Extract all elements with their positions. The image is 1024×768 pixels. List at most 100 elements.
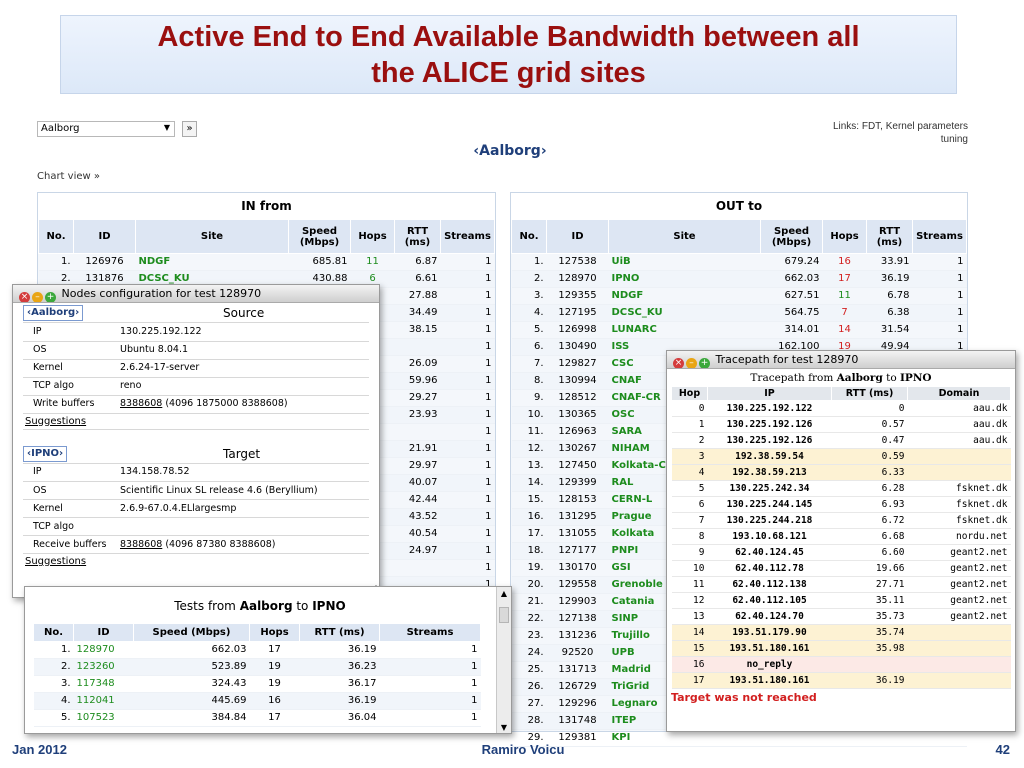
footer-author: Ramiro Voicu (481, 742, 565, 757)
table-cell: 1 (440, 508, 495, 526)
site-link[interactable]: UiB (608, 253, 761, 271)
table-cell: 679.24 (760, 253, 823, 271)
site-link[interactable]: LUNARC (608, 321, 761, 339)
table-cell: 34.49 (394, 304, 441, 322)
source-config-table: IP 130.225.192.122 OS Ubuntu 8.04.1 Kernel 2.… (23, 323, 369, 414)
table-cell: 35.11 (831, 592, 908, 609)
table-cell: 1 (379, 641, 481, 659)
table-cell: 62.40.112.105 (707, 592, 832, 609)
table-cell: 31.54 (866, 321, 913, 339)
buffer-link[interactable]: 8388608 (120, 539, 162, 550)
site-link[interactable]: DCSC_KU (608, 304, 761, 322)
table-cell: 627.51 (760, 287, 823, 305)
table-cell: 17 (249, 709, 300, 727)
table-cell: 26.09 (394, 355, 441, 373)
source-suggestions-link[interactable]: Suggestions (23, 414, 369, 430)
table-cell: 193.10.68.121 (707, 528, 832, 545)
table-cell: 6.61 (394, 270, 441, 288)
table-cell: 13 (671, 608, 708, 625)
nodes-config-titlebar[interactable]: × – + Nodes configuration for test 128970 (13, 285, 379, 303)
table-cell: 6.93 (831, 496, 908, 513)
table-row: 5. 107523 384.84 17 36.04 1 (33, 709, 481, 727)
maximize-icon[interactable]: + (699, 358, 710, 368)
scroll-down-icon[interactable]: ▼ (497, 721, 511, 733)
table-cell: 1. (33, 641, 74, 659)
table-cell: 1 (912, 304, 967, 322)
site-link[interactable]: NDGF (135, 253, 289, 271)
test-id-link[interactable]: 112041 (73, 692, 134, 710)
table-cell: 523.89 (133, 658, 250, 676)
test-id-link[interactable]: 128970 (73, 641, 134, 659)
table-cell: 1 (440, 372, 495, 390)
in-panel-title: IN from (38, 193, 495, 219)
table-cell: geant2.net (907, 560, 1011, 577)
table-cell: 38.15 (394, 321, 441, 339)
table-row: 12 62.40.112.105 35.11 geant2.net (671, 592, 1011, 609)
table-cell: 0.59 (831, 448, 908, 465)
site-link[interactable]: NDGF (608, 287, 761, 305)
test-id-link[interactable]: 117348 (73, 675, 134, 693)
config-key: OS (23, 341, 117, 360)
table-cell: 12 (671, 592, 708, 609)
links-line1[interactable]: Links: FDT, Kernel parameters (760, 120, 968, 133)
close-icon[interactable]: × (673, 358, 684, 368)
column-header: No. (511, 219, 547, 254)
tests-window[interactable]: Tests from Aalborg to IPNO No. ID Speed (M… (24, 586, 512, 734)
table-row: 14 193.51.179.90 35.74 (671, 624, 1011, 641)
table-cell (394, 423, 441, 441)
table-cell: 129399 (546, 474, 609, 492)
table-row: 16 no_reply (671, 656, 1011, 673)
scroll-up-icon[interactable]: ▲ (497, 587, 511, 601)
maximize-icon[interactable]: + (45, 292, 56, 302)
chart-view-link[interactable]: Chart view » (37, 171, 100, 182)
table-cell: 1 (912, 287, 967, 305)
config-key: TCP algo (23, 377, 117, 396)
tracepath-window[interactable]: × – + Tracepath for test 128970 Tracepath … (666, 350, 1016, 732)
source-heading: Source (223, 306, 265, 320)
table-cell: 17 (671, 672, 708, 689)
config-value: Ubuntu 8.04.1 (117, 341, 369, 360)
table-cell: 1 (440, 457, 495, 475)
config-value: reno (117, 377, 369, 396)
config-row: Write buffers 8388608 (4096 1875000 83886… (23, 395, 369, 414)
tracepath-titlebar[interactable]: × – + Tracepath for test 128970 (667, 351, 1015, 369)
table-cell: 11 (671, 576, 708, 593)
links-line2[interactable]: tuning (760, 133, 968, 146)
table-cell: 126998 (546, 321, 609, 339)
table-cell: 130.225.192.126 (707, 416, 832, 433)
minimize-icon[interactable]: – (32, 292, 43, 302)
table-cell: geant2.net (907, 608, 1011, 625)
source-site-label[interactable]: ‹Aalborg› (23, 305, 84, 321)
config-key: Kernel (23, 359, 117, 378)
table-cell: 2. (33, 658, 74, 676)
tests-title-mid: to (292, 599, 313, 613)
tests-scrollbar[interactable]: ▲ ▼ (496, 587, 511, 733)
nodes-config-window[interactable]: × – + Nodes configuration for test 128970 … (12, 284, 380, 598)
test-id-link[interactable]: 107523 (73, 709, 134, 727)
tests-window-header: Tests from Aalborg to IPNO (25, 587, 495, 627)
table-cell: 29.27 (394, 389, 441, 407)
config-row: Kernel 2.6.24-17-server (23, 359, 369, 378)
table-cell: 126976 (73, 253, 136, 271)
minimize-icon[interactable]: – (686, 358, 697, 368)
table-cell: 27.88 (394, 287, 441, 305)
site-link[interactable]: IPNO (608, 270, 761, 288)
table-cell (394, 338, 441, 356)
test-id-link[interactable]: 123260 (73, 658, 134, 676)
table-cell: 29.97 (394, 457, 441, 475)
close-icon[interactable]: × (19, 292, 30, 302)
column-header: Speed (Mbps) (288, 219, 351, 254)
target-site-label[interactable]: ‹IPNO› (23, 445, 68, 462)
table-cell (760, 729, 823, 747)
table-cell: 6.28 (831, 480, 908, 497)
site-link[interactable]: KPI (608, 729, 761, 747)
go-button[interactable]: » (182, 121, 197, 137)
target-suggestions-link[interactable]: Suggestions (23, 554, 369, 570)
scroll-thumb[interactable] (499, 607, 509, 623)
table-cell: 131713 (546, 661, 609, 679)
table-cell: 59.96 (394, 372, 441, 390)
table-cell: 26. (511, 678, 547, 696)
table-cell: 4 (671, 464, 708, 481)
site-select[interactable]: Aalborg ▼ (37, 121, 175, 137)
buffer-link[interactable]: 8388608 (120, 398, 162, 409)
